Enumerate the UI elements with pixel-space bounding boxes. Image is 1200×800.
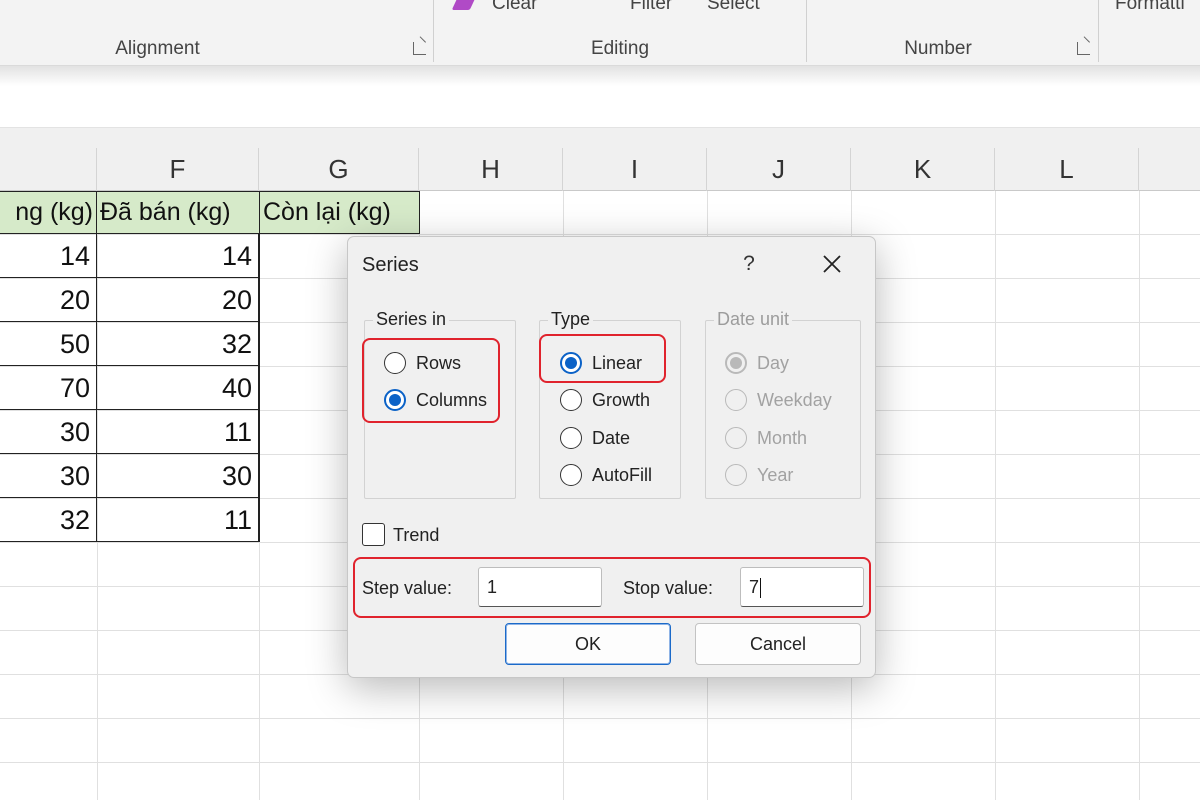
radio-month[interactable]: Month xyxy=(725,423,807,453)
dialog-title: Series xyxy=(362,254,419,276)
column-header-row: F G H I J K L xyxy=(0,148,1200,191)
close-button[interactable] xyxy=(815,249,849,279)
group-label-alignment: Alignment xyxy=(115,38,200,59)
ribbon-separator xyxy=(806,0,807,62)
radio-month-circle[interactable] xyxy=(725,427,747,449)
radio-growth-circle[interactable] xyxy=(560,389,582,411)
column-header-h[interactable]: H xyxy=(419,148,563,191)
table-border xyxy=(259,234,260,542)
radio-growth[interactable]: Growth xyxy=(560,385,650,415)
radio-weekday-label: Weekday xyxy=(757,389,832,410)
radio-weekday-circle[interactable] xyxy=(725,389,747,411)
radio-year-label: Year xyxy=(757,464,794,485)
cancel-button[interactable]: Cancel xyxy=(695,623,861,665)
radio-date[interactable]: Date xyxy=(560,423,630,453)
cell-f-row-2[interactable]: 20 xyxy=(97,278,259,322)
column-header-j[interactable]: J xyxy=(707,148,851,191)
clear-button[interactable]: Clear xyxy=(492,0,537,15)
radio-day[interactable]: Day xyxy=(725,348,789,378)
series-in-label: Series in xyxy=(373,309,450,330)
grid-line xyxy=(995,191,996,800)
cell-header-e[interactable]: ng (kg) xyxy=(0,191,97,234)
ribbon-separator xyxy=(433,0,434,62)
column-header-k[interactable]: K xyxy=(851,148,995,191)
column-header-i[interactable]: I xyxy=(563,148,707,191)
radio-year[interactable]: Year xyxy=(725,460,793,490)
date-unit-group: Date unit Day Weekday Month Year xyxy=(705,309,861,499)
cell-e-row-4[interactable]: 70 xyxy=(0,366,97,410)
radio-date-circle[interactable] xyxy=(560,427,582,449)
cell-f-row-4[interactable]: 40 xyxy=(97,366,259,410)
highlight-type-linear xyxy=(539,334,666,383)
highlight-step-stop xyxy=(353,557,871,618)
cell-e-row-3[interactable]: 50 xyxy=(0,322,97,366)
cell-f-row-3[interactable]: 32 xyxy=(97,322,259,366)
formula-bar-area[interactable] xyxy=(0,86,1200,128)
cell-e-row-2[interactable]: 20 xyxy=(0,278,97,322)
number-dialog-launcher-icon[interactable] xyxy=(1077,42,1090,55)
grid-line xyxy=(0,718,1200,719)
column-header-e[interactable] xyxy=(0,148,97,191)
column-header-g[interactable]: G xyxy=(259,148,419,191)
eraser-icon[interactable] xyxy=(451,0,477,10)
highlight-series-in xyxy=(362,338,500,423)
select-button[interactable]: Select xyxy=(707,0,760,15)
cell-e-row-1[interactable]: 14 xyxy=(0,234,97,278)
cell-e-row-6[interactable]: 30 xyxy=(0,454,97,498)
ok-button[interactable]: OK xyxy=(505,623,671,665)
cell-header-f[interactable]: Đã bán (kg) xyxy=(96,191,260,234)
group-label-number: Number xyxy=(904,38,972,59)
filter-button[interactable]: Filter xyxy=(630,0,672,15)
cell-e-row-7[interactable]: 32 xyxy=(0,498,97,542)
column-header-l[interactable]: L xyxy=(995,148,1139,191)
date-unit-label: Date unit xyxy=(714,309,793,330)
radio-autofill[interactable]: AutoFill xyxy=(560,460,652,490)
cell-header-g[interactable]: Còn lại (kg) xyxy=(259,191,420,234)
radio-weekday[interactable]: Weekday xyxy=(725,385,832,415)
column-header-strip xyxy=(0,128,1200,148)
column-header-f[interactable]: F xyxy=(97,148,259,191)
radio-autofill-circle[interactable] xyxy=(560,464,582,486)
grid-line xyxy=(1139,191,1140,800)
grid-line xyxy=(0,762,1200,763)
trend-checkbox[interactable] xyxy=(362,523,385,546)
cell-e-row-5[interactable]: 30 xyxy=(0,410,97,454)
radio-growth-label: Growth xyxy=(592,389,651,410)
radio-month-label: Month xyxy=(757,427,808,448)
radio-autofill-label: AutoFill xyxy=(592,464,653,485)
alignment-dialog-launcher-icon[interactable] xyxy=(413,42,426,55)
cell-f-row-5[interactable]: 11 xyxy=(97,410,259,454)
radio-date-label: Date xyxy=(592,427,631,448)
radio-day-circle[interactable] xyxy=(725,352,747,374)
trend-label: Trend xyxy=(393,525,440,545)
type-label: Type xyxy=(548,309,594,330)
ribbon: Clear Filter Select Formatti Alignment E… xyxy=(0,0,1200,66)
cell-f-row-7[interactable]: 11 xyxy=(97,498,259,542)
radio-day-label: Day xyxy=(757,352,790,373)
cell-f-row-1[interactable]: 14 xyxy=(97,234,259,278)
group-label-editing: Editing xyxy=(590,38,650,59)
ribbon-shadow xyxy=(0,66,1200,86)
formatting-button[interactable]: Formatti xyxy=(1115,0,1185,15)
ribbon-separator xyxy=(1098,0,1099,62)
radio-year-circle[interactable] xyxy=(725,464,747,486)
help-button[interactable]: ? xyxy=(734,249,764,279)
series-dialog: Series ? Series in Rows Columns Type Lin… xyxy=(347,236,876,678)
close-icon xyxy=(823,255,841,273)
cell-f-row-6[interactable]: 30 xyxy=(97,454,259,498)
